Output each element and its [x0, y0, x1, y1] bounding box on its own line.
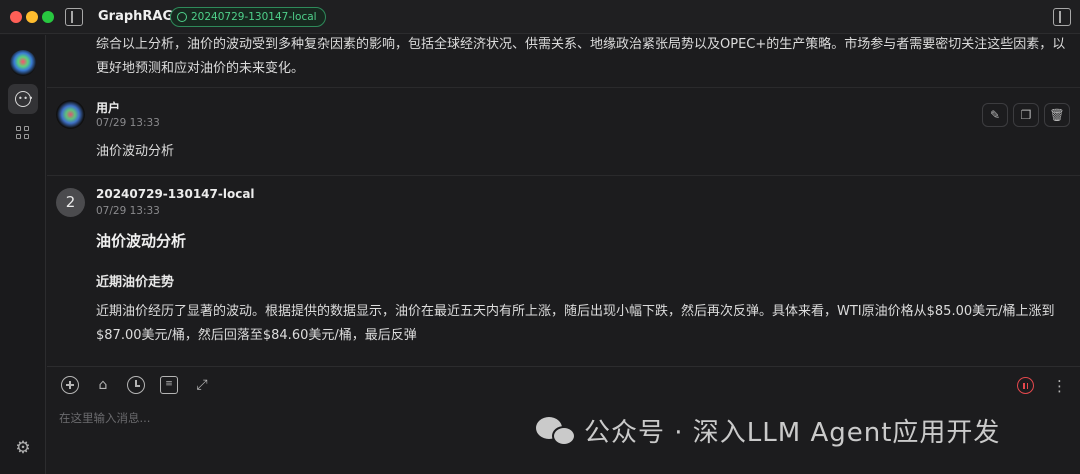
copy-icon[interactable]: ❐: [1013, 103, 1039, 127]
app-title: GraphRAG: [98, 9, 174, 24]
wechat-logo-icon: [536, 413, 578, 447]
minimize-window-button[interactable]: [26, 11, 38, 23]
message-previous: 综合以上分析，油价的波动受到多种复杂因素的影响，包括全球经济状况、供需关系、地缘…: [47, 35, 1080, 88]
zoom-window-button[interactable]: [42, 11, 54, 23]
avatar: 2: [56, 188, 85, 217]
response-heading: 油价波动分析: [96, 232, 187, 250]
message-time: 07/29 13:33: [96, 205, 160, 217]
title-bar: GraphRAG 20240729-130147-local: [0, 0, 1080, 34]
grid-icon: [16, 126, 21, 131]
edit-icon[interactable]: ✎: [982, 103, 1008, 127]
message-time: 07/29 13:33: [96, 117, 160, 129]
sidebar-item-plugins[interactable]: [8, 118, 38, 148]
message-text: 油价波动分析: [96, 144, 175, 159]
toggle-panel-icon[interactable]: [1053, 8, 1071, 26]
message-assistant: 2 20240729-130147-local 07/29 13:33 油价波动…: [47, 176, 1080, 366]
sidebar-item-chat[interactable]: •••: [8, 84, 38, 114]
message-user: 用户 07/29 13:33 ✎ ❐ 🗑 油价波动分析: [47, 88, 1080, 176]
settings-sliders-icon[interactable]: ≡: [160, 376, 178, 394]
toggle-sidebar-icon[interactable]: [65, 8, 83, 26]
stop-generating-button[interactable]: [1017, 377, 1034, 394]
user-avatar[interactable]: [10, 50, 36, 76]
clear-icon[interactable]: ⌂: [94, 376, 112, 394]
watermark: 公众号 · 深入LLM Agent应用开发: [536, 408, 1000, 452]
message-text: 综合以上分析，油价的波动受到多种复杂因素的影响，包括全球经济状况、供需关系、地缘…: [96, 37, 1066, 76]
delete-icon[interactable]: 🗑: [1044, 103, 1070, 127]
history-icon[interactable]: [127, 376, 145, 394]
avatar: [56, 100, 85, 129]
message-text: 近期油价经历了显著的波动。根据提供的数据显示，油价在最近五天内有所上涨，随后出现…: [96, 304, 1055, 343]
chat-messages: 综合以上分析，油价的波动受到多种复杂因素的影响，包括全球经济状况、供需关系、地缘…: [47, 35, 1080, 366]
add-icon[interactable]: [61, 376, 79, 394]
sender-name: 用户: [96, 101, 121, 115]
watermark-text: 公众号 · 深入LLM Agent应用开发: [584, 417, 1001, 448]
more-icon[interactable]: ⋮: [1052, 376, 1067, 396]
model-badge[interactable]: 20240729-130147-local: [170, 7, 326, 27]
sidebar: ••• ⚙: [0, 35, 46, 474]
close-window-button[interactable]: [10, 11, 22, 23]
expand-icon[interactable]: ⤢: [193, 376, 211, 394]
response-subheading: 近期油价走势: [96, 275, 175, 290]
sender-name: 20240729-130147-local: [96, 187, 255, 201]
settings-gear-icon[interactable]: ⚙: [13, 438, 33, 458]
